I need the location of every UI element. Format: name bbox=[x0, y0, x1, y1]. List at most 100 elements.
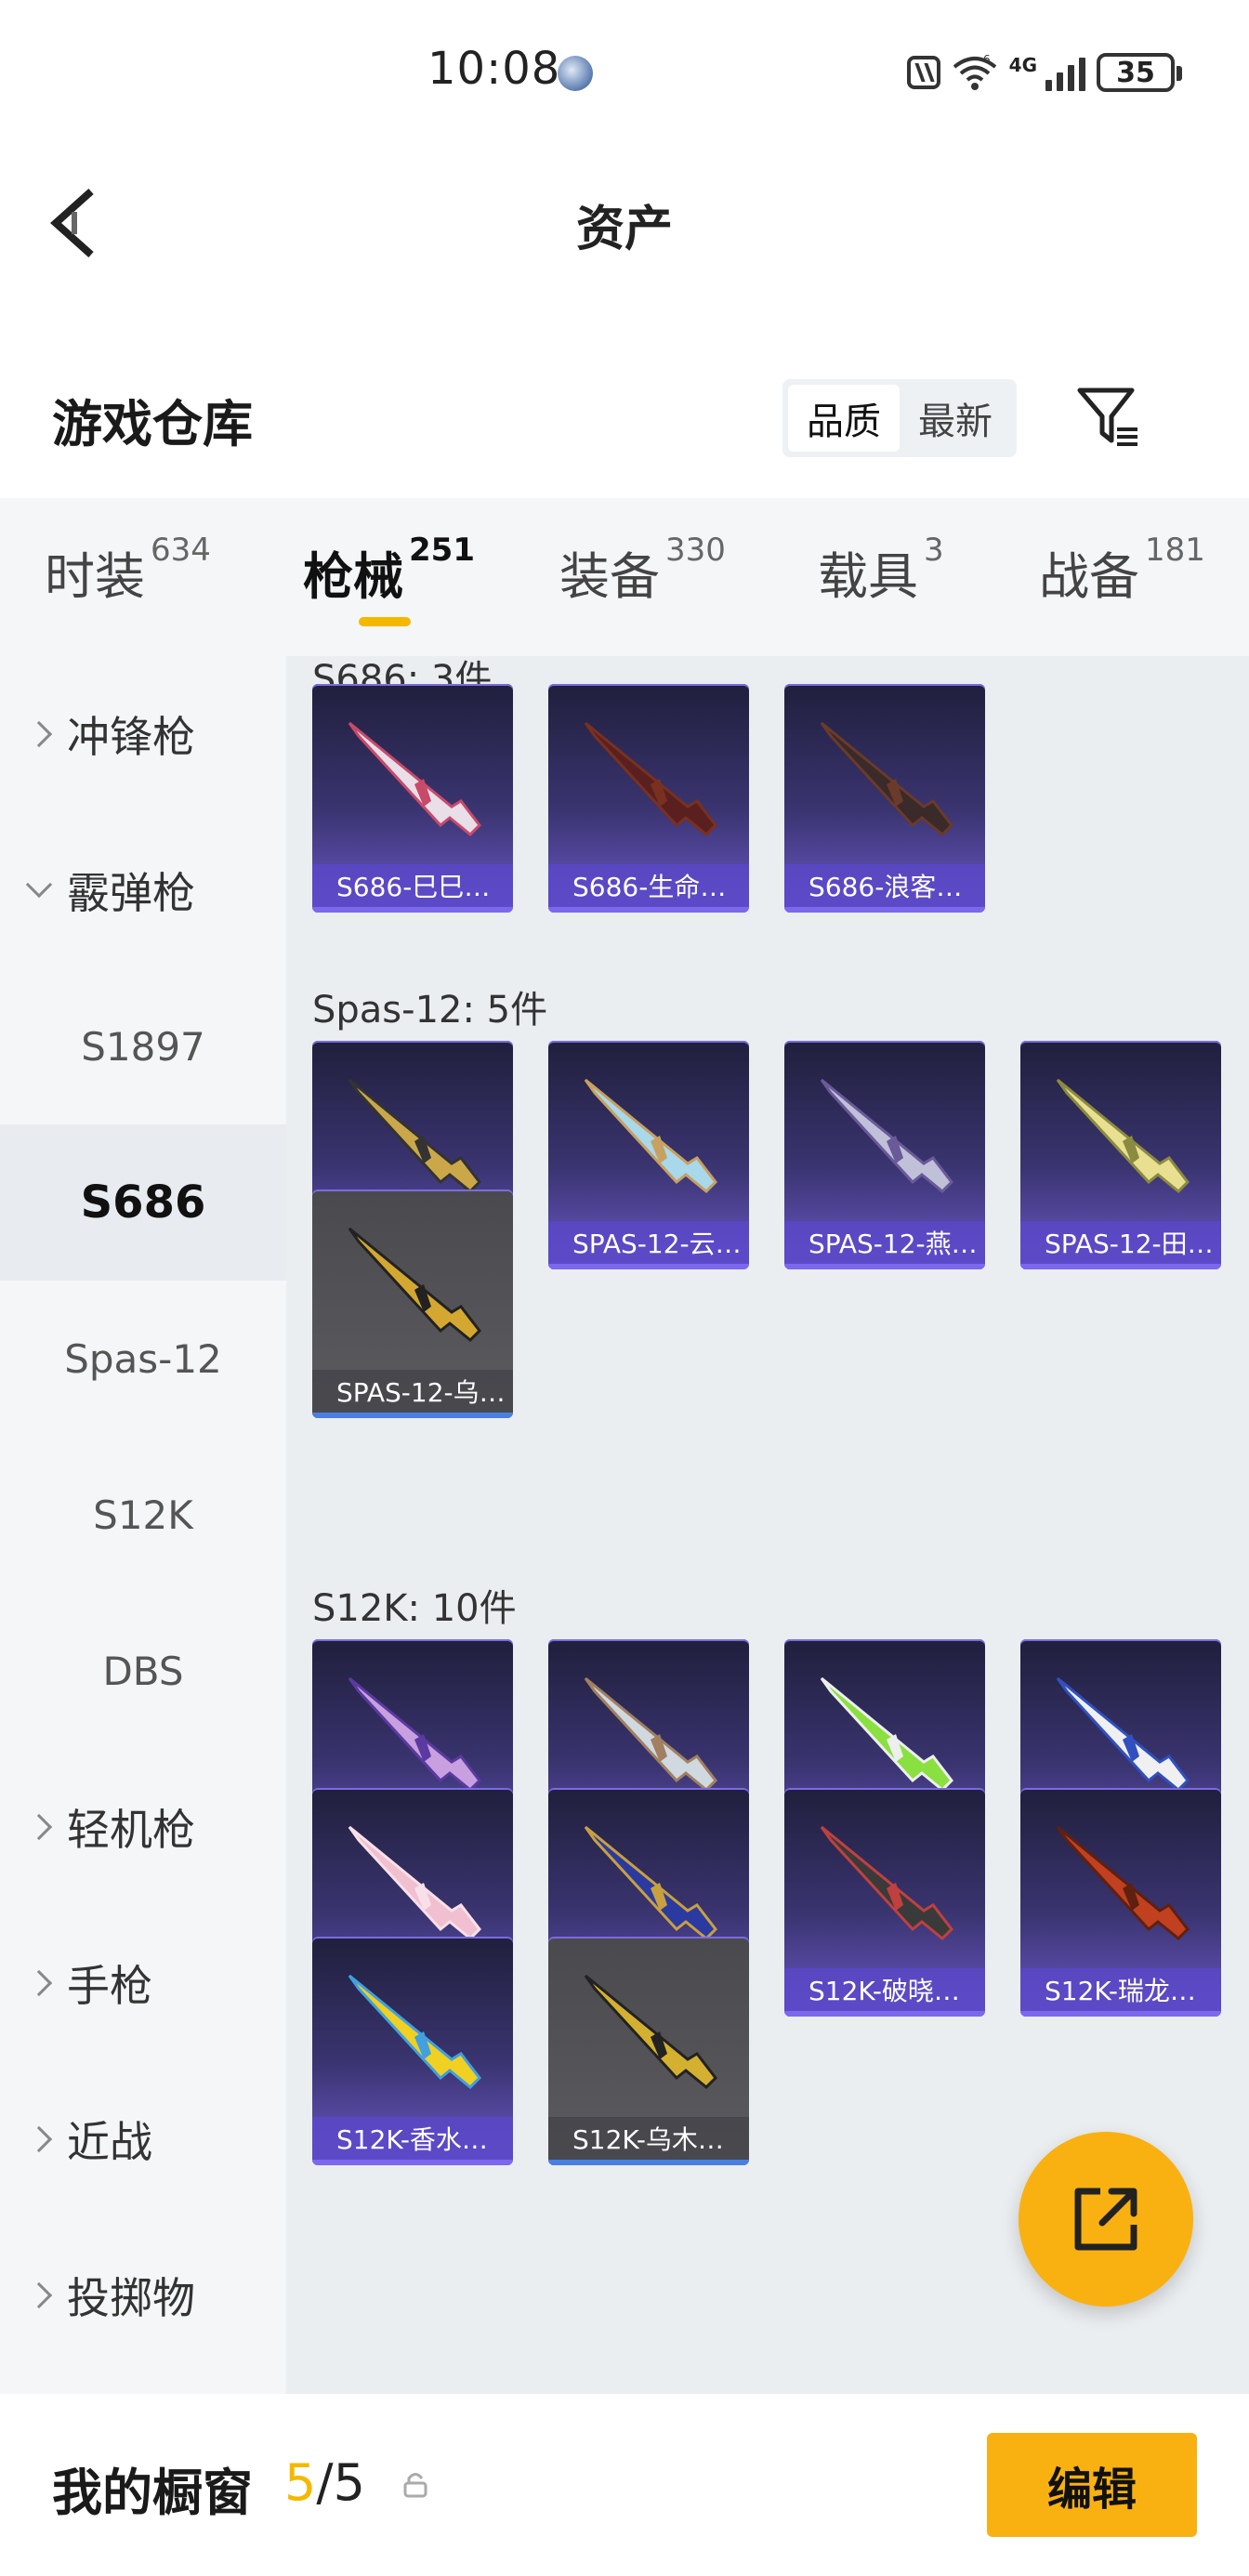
chevron-right-icon bbox=[25, 2281, 53, 2309]
sort-toggle: 品质 最新 bbox=[782, 379, 1017, 457]
weapon-name: S686-浪客… bbox=[784, 864, 985, 907]
sidebar-item-spas12[interactable]: Spas-12 bbox=[0, 1281, 286, 1437]
sidebar-item-lmg[interactable]: 轻机枪 bbox=[0, 1749, 286, 1905]
app-root: { "status_bar": {"time": "10:08", "batte… bbox=[0, 0, 1249, 2576]
rarity-bar bbox=[312, 2160, 513, 2165]
weapon-image bbox=[348, 1078, 481, 1194]
weapon-name: SPAS-12-云… bbox=[548, 1221, 749, 1264]
tab-vehicles[interactable]: 载具 3 bbox=[818, 532, 944, 610]
weapon-card[interactable]: S686-浪客… bbox=[784, 684, 985, 913]
weapon-image bbox=[348, 1227, 481, 1343]
rarity-bar bbox=[784, 907, 985, 913]
edit-button[interactable]: 编辑 bbox=[987, 2433, 1197, 2537]
rarity-bar bbox=[784, 2011, 985, 2017]
sort-quality-button[interactable]: 品质 bbox=[788, 385, 900, 452]
sidebar-item-label: 投掷物 bbox=[67, 2273, 195, 2323]
weapon-image bbox=[348, 721, 481, 837]
section-title-s12k: S12K: 10件 bbox=[312, 1587, 517, 1630]
lock-icon bbox=[403, 2473, 427, 2498]
weapon-name: S12K-破晓… bbox=[784, 1968, 985, 2011]
weapon-image bbox=[584, 721, 717, 837]
category-tabs: 时装 634 枪械 251 装备 330 载具 3 战备 181 bbox=[0, 498, 1249, 656]
weapon-card[interactable]: S12K-香水… bbox=[312, 1937, 513, 2165]
weapon-image bbox=[1056, 1078, 1190, 1194]
weapon-card[interactable]: S12K-乌木… bbox=[548, 1937, 749, 2165]
rarity-bar bbox=[548, 907, 749, 913]
weapon-image bbox=[348, 1974, 481, 2090]
sidebar-item-melee[interactable]: 近战 bbox=[0, 2061, 286, 2217]
sidebar-item-dbs[interactable]: DBS bbox=[0, 1593, 286, 1749]
weapon-card[interactable]: SPAS-12-田… bbox=[1020, 1041, 1221, 1269]
tab-label: 战备 bbox=[1039, 547, 1139, 606]
rarity-bar bbox=[548, 2160, 749, 2165]
filter-icon[interactable] bbox=[1076, 385, 1141, 450]
status-time: 10:08 bbox=[427, 43, 561, 95]
sidebar-item-label: 霰弹枪 bbox=[67, 868, 195, 918]
showcase-bar: 我的橱窗 5/5 编辑 bbox=[0, 2394, 1249, 2576]
sidebar-item-shotgun[interactable]: 霰弹枪 bbox=[0, 812, 286, 968]
sidebar-item-throwable[interactable]: 投掷物 bbox=[0, 2217, 286, 2373]
weapon-card[interactable]: S686-生命… bbox=[548, 684, 749, 913]
tab-count: 634 bbox=[151, 532, 211, 569]
weapon-image bbox=[820, 1825, 953, 1941]
sidebar-item-s12k[interactable]: S12K bbox=[0, 1437, 286, 1593]
weapon-image bbox=[584, 1825, 717, 1941]
page-title: 资产 bbox=[575, 202, 673, 257]
weapon-image bbox=[584, 1974, 717, 2090]
sort-latest-button[interactable]: 最新 bbox=[900, 385, 1011, 452]
weapon-card[interactable]: SPAS-12-乌… bbox=[312, 1189, 513, 1418]
weapon-name: S686-生命… bbox=[548, 864, 749, 907]
sidebar: 冲锋枪 霰弹枪 S1897 S686 Spas-12 S12K DBS 轻机枪 … bbox=[0, 656, 286, 2394]
weapon-name: S686-巳巳… bbox=[312, 864, 513, 907]
sidebar-item-pistol[interactable]: 手枪 bbox=[0, 1905, 286, 2061]
tab-fashion[interactable]: 时装 634 bbox=[45, 532, 211, 610]
battery-icon: 35 bbox=[1097, 53, 1182, 92]
tab-firearms[interactable]: 枪械 251 bbox=[303, 532, 475, 610]
weapon-card[interactable]: S12K-破晓… bbox=[784, 1788, 985, 2017]
showcase-count-current: 5 bbox=[284, 2453, 317, 2512]
tab-label: 时装 bbox=[45, 547, 145, 606]
share-button[interactable] bbox=[1019, 2132, 1193, 2307]
sidebar-item-smg[interactable]: 冲锋枪 bbox=[0, 656, 286, 812]
sidebar-item-label: 冲锋枪 bbox=[67, 712, 195, 762]
weapon-image bbox=[820, 721, 953, 837]
tab-supplies[interactable]: 战备 181 bbox=[1039, 532, 1205, 610]
weapon-name: S12K-乌木… bbox=[548, 2117, 749, 2160]
sidebar-item-label: Spas-12 bbox=[64, 1335, 222, 1382]
sidebar-item-s1897[interactable]: S1897 bbox=[0, 968, 286, 1124]
active-tab-indicator bbox=[359, 617, 411, 626]
rarity-bar bbox=[1020, 1264, 1221, 1269]
weapon-card[interactable]: S12K-瑞龙… bbox=[1020, 1788, 1221, 2017]
weapon-card[interactable]: SPAS-12-云… bbox=[548, 1041, 749, 1269]
tab-label: 装备 bbox=[559, 547, 660, 606]
rarity-bar bbox=[784, 1264, 985, 1269]
weapon-image bbox=[348, 1676, 481, 1793]
weapon-image bbox=[820, 1078, 953, 1194]
sidebar-item-s686[interactable]: S686 bbox=[0, 1124, 286, 1281]
status-bar: 10:08 6 4G 35 bbox=[0, 0, 1249, 139]
rarity-bar bbox=[312, 1413, 513, 1418]
status-icons: 6 4G 35 bbox=[906, 52, 1182, 93]
nfc-icon bbox=[906, 56, 940, 89]
chevron-down-icon bbox=[25, 871, 53, 899]
svg-text:6: 6 bbox=[983, 54, 991, 66]
showcase-label: 我的橱窗 bbox=[52, 2464, 253, 2522]
sidebar-item-label: 近战 bbox=[67, 2117, 152, 2167]
weapon-name: S12K-香水… bbox=[312, 2117, 513, 2160]
sidebar-item-label: DBS bbox=[102, 1648, 184, 1694]
weapon-name: SPAS-12-燕… bbox=[784, 1221, 985, 1264]
weapon-card[interactable]: S686-巳巳… bbox=[312, 684, 513, 913]
signal-icon: 4G bbox=[1009, 54, 1085, 91]
section-title-spas12: Spas-12: 5件 bbox=[312, 989, 548, 1032]
page-header: 资产 bbox=[0, 167, 1249, 279]
network-label: 4G bbox=[1008, 54, 1037, 76]
chevron-right-icon bbox=[25, 1969, 53, 1997]
tab-equipment[interactable]: 装备 330 bbox=[559, 532, 726, 610]
tab-count: 3 bbox=[924, 532, 944, 569]
status-avatar-icon bbox=[558, 56, 593, 91]
warehouse-title: 游戏仓库 bbox=[52, 395, 253, 453]
tab-label: 枪械 bbox=[303, 547, 403, 606]
weapon-card[interactable]: SPAS-12-燕… bbox=[784, 1041, 985, 1269]
tab-count: 330 bbox=[665, 532, 726, 569]
rarity-bar bbox=[1020, 2011, 1221, 2017]
